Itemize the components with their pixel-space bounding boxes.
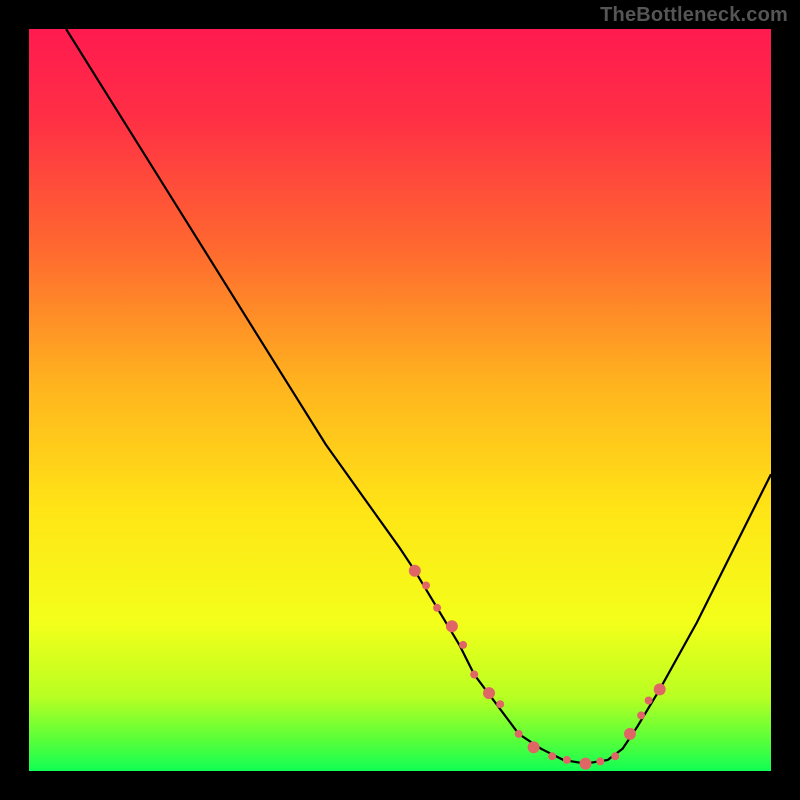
data-marker (433, 604, 441, 612)
data-marker (611, 752, 619, 760)
data-marker (637, 711, 645, 719)
bottleneck-chart (0, 0, 800, 800)
data-marker (654, 683, 666, 695)
data-marker (528, 741, 540, 753)
data-marker (580, 758, 592, 770)
watermark-text: TheBottleneck.com (600, 4, 788, 27)
data-marker (483, 687, 495, 699)
data-marker (422, 582, 430, 590)
data-marker (470, 671, 478, 679)
data-marker (624, 728, 636, 740)
data-marker (446, 620, 458, 632)
data-marker (563, 756, 571, 764)
data-marker (459, 641, 467, 649)
data-marker (496, 700, 504, 708)
data-marker (409, 565, 421, 577)
data-marker (515, 730, 523, 738)
data-marker (548, 752, 556, 760)
chart-stage: TheBottleneck.com (0, 0, 800, 800)
data-marker (596, 757, 604, 765)
gradient-background (29, 29, 771, 771)
data-marker (645, 697, 653, 705)
